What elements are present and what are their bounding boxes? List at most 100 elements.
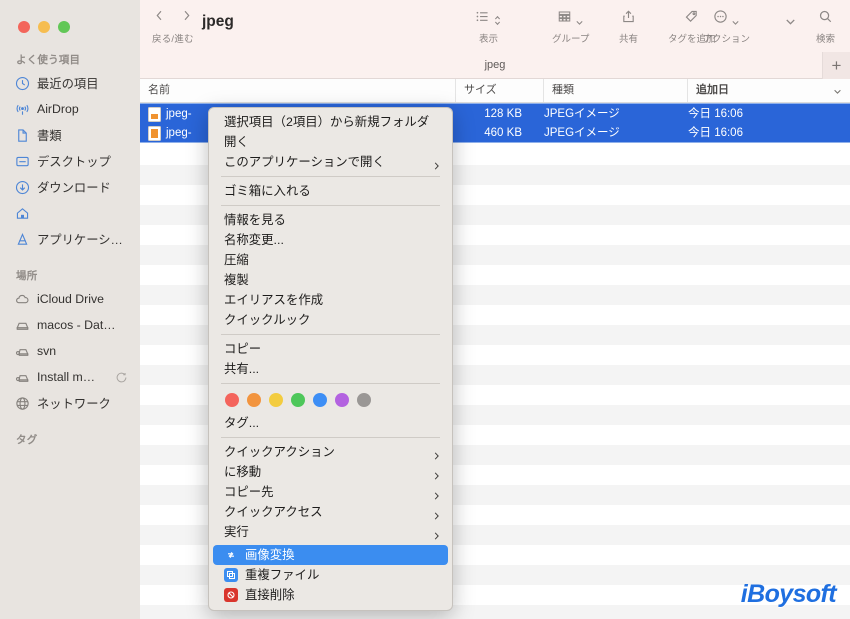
menu-item-quick-look[interactable]: クイックルック — [209, 310, 452, 330]
menu-item-quick-access[interactable]: クイックアクセス — [209, 502, 452, 522]
menu-item-new-folder-with-selection[interactable]: 選択項目（2項目）から新規フォルダ — [209, 112, 452, 132]
sidebar-item-macos-data[interactable]: macos - Dat… — [0, 312, 140, 338]
sidebar-item-label: 書類 — [37, 129, 62, 143]
tag-swatch-yellow[interactable] — [269, 393, 283, 407]
sidebar-section-favorites-title: よく使う項目 — [16, 54, 81, 66]
sidebar-item-network[interactable]: ネットワーク — [0, 390, 140, 416]
toolbar-overflow[interactable] — [785, 9, 795, 28]
menu-item-copy-to[interactable]: コピー先 — [209, 482, 452, 502]
forward-button[interactable] — [181, 8, 192, 28]
minimize-button[interactable] — [38, 21, 50, 33]
sidebar-item-applications[interactable]: アプリケーシ… — [0, 226, 140, 252]
menu-item-label: 共有... — [224, 362, 260, 376]
menu-item-label: 名称変更... — [224, 233, 284, 247]
tag-swatch-green[interactable] — [291, 393, 305, 407]
tag-swatch-red[interactable] — [225, 393, 239, 407]
tag-swatch-gray[interactable] — [357, 393, 371, 407]
menu-item-open-with[interactable]: このアプリケーションで開く — [209, 152, 452, 172]
menu-item-duplicate-files[interactable]: 重複ファイル — [209, 565, 452, 585]
chevron-right-icon — [432, 447, 441, 460]
menu-item-duplicate[interactable]: 複製 — [209, 270, 452, 290]
ellipsis-circle-icon — [713, 9, 728, 29]
menu-item-direct-delete[interactable]: 直接削除 — [209, 585, 452, 605]
tag-swatch-orange[interactable] — [247, 393, 261, 407]
back-button[interactable] — [154, 8, 165, 28]
tag-swatch-purple[interactable] — [335, 393, 349, 407]
sidebar-item-label: ダウンロード — [37, 181, 111, 195]
sidebar-locations-list: iCloud Drive macos - Dat… svn Install m… — [0, 286, 140, 416]
file-name-text: jpeg- — [166, 127, 192, 139]
toolbar-search[interactable]: 検索 — [816, 9, 835, 45]
file-size-cell: 128 KB — [484, 108, 522, 120]
menu-item-rename[interactable]: 名称変更... — [209, 230, 452, 250]
menu-item-label: 選択項目（2項目）から新規フォルダ — [224, 115, 430, 129]
close-button[interactable] — [18, 21, 30, 33]
eject-icon[interactable] — [115, 371, 128, 384]
sidebar-item-recents[interactable]: 最近の項目 — [0, 70, 140, 96]
menu-item-execute[interactable]: 実行 — [209, 522, 452, 542]
share-icon — [621, 9, 636, 29]
tag-icon — [684, 9, 699, 29]
menu-item-label: エイリアスを作成 — [224, 293, 324, 307]
sidebar-item-label: ネットワーク — [37, 397, 111, 411]
menu-item-image-convert[interactable]: 画像変換 — [213, 545, 448, 565]
applications-icon — [14, 231, 30, 247]
sidebar-item-label: iCloud Drive — [37, 292, 104, 306]
toolbar-share[interactable]: 共有 — [619, 9, 638, 45]
sidebar-item-home[interactable] — [0, 200, 140, 226]
desktop-icon — [14, 153, 30, 169]
menu-item-share[interactable]: 共有... — [209, 359, 452, 379]
sidebar-item-svn[interactable]: svn — [0, 338, 140, 364]
sidebar-item-documents[interactable]: 書類 — [0, 122, 140, 148]
menu-item-tags[interactable]: タグ... — [209, 413, 452, 433]
duplicate-files-icon — [224, 568, 238, 582]
path-bar: jpeg + — [140, 52, 850, 79]
menu-item-move-to[interactable]: に移動 — [209, 462, 452, 482]
column-header-size[interactable]: サイズ — [456, 79, 544, 102]
file-kind-cell: JPEGイメージ — [544, 108, 620, 120]
file-date-cell: 今日 16:06 — [688, 127, 743, 139]
toolbar-action[interactable]: アクション — [703, 9, 750, 45]
sidebar-item-desktop[interactable]: デスクトップ — [0, 148, 140, 174]
direct-delete-icon — [224, 588, 238, 602]
toolbar-view[interactable]: 表示 — [475, 9, 502, 45]
menu-item-compress[interactable]: 圧縮 — [209, 250, 452, 270]
menu-separator — [221, 334, 440, 335]
sidebar-item-airdrop[interactable]: AirDrop — [0, 96, 140, 122]
menu-item-open[interactable]: 開く — [209, 132, 452, 152]
toolbar-search-label: 検索 — [816, 34, 836, 45]
toolbar-group[interactable]: グループ — [552, 9, 589, 45]
path-bar-current[interactable]: jpeg — [485, 59, 506, 71]
chevron-down-icon[interactable] — [833, 87, 842, 96]
menu-item-quick-actions[interactable]: クイックアクション — [209, 442, 452, 462]
toolbar-action-label: アクション — [703, 34, 751, 45]
sidebar-item-downloads[interactable]: ダウンロード — [0, 174, 140, 200]
zoom-button[interactable] — [58, 21, 70, 33]
home-icon — [14, 205, 30, 221]
grid-group-icon — [557, 9, 572, 29]
toolbar-group-label: グループ — [552, 34, 590, 45]
menu-item-label: クイックルック — [224, 313, 311, 327]
menu-item-make-alias[interactable]: エイリアスを作成 — [209, 290, 452, 310]
file-name-cell: jpeg- — [148, 123, 192, 143]
tag-swatch-blue[interactable] — [313, 393, 327, 407]
menu-item-label: に移動 — [224, 465, 262, 479]
chevron-right-icon — [432, 487, 441, 500]
sidebar-item-label: macos - Dat… — [37, 318, 116, 332]
menu-item-get-info[interactable]: 情報を見る — [209, 210, 452, 230]
toolbar-view-label: 表示 — [478, 34, 498, 45]
column-header-date-added[interactable]: 追加日 — [688, 79, 850, 102]
sidebar-item-install-macos[interactable]: Install m… — [0, 364, 140, 390]
chevron-right-icon — [432, 467, 441, 480]
add-tab-button[interactable]: + — [822, 52, 850, 79]
column-header-name[interactable]: 名前 — [140, 79, 456, 102]
sidebar-item-label: 最近の項目 — [37, 77, 99, 91]
menu-item-label: 実行 — [224, 525, 249, 539]
menu-item-copy[interactable]: コピー — [209, 339, 452, 359]
traffic-lights — [18, 21, 70, 33]
sidebar-item-icloud-drive[interactable]: iCloud Drive — [0, 286, 140, 312]
column-header-kind[interactable]: 種類 — [544, 79, 688, 102]
menu-item-move-to-trash[interactable]: ゴミ箱に入れる — [209, 181, 452, 201]
internal-drive-icon — [14, 317, 30, 333]
jpeg-file-icon — [148, 106, 161, 122]
